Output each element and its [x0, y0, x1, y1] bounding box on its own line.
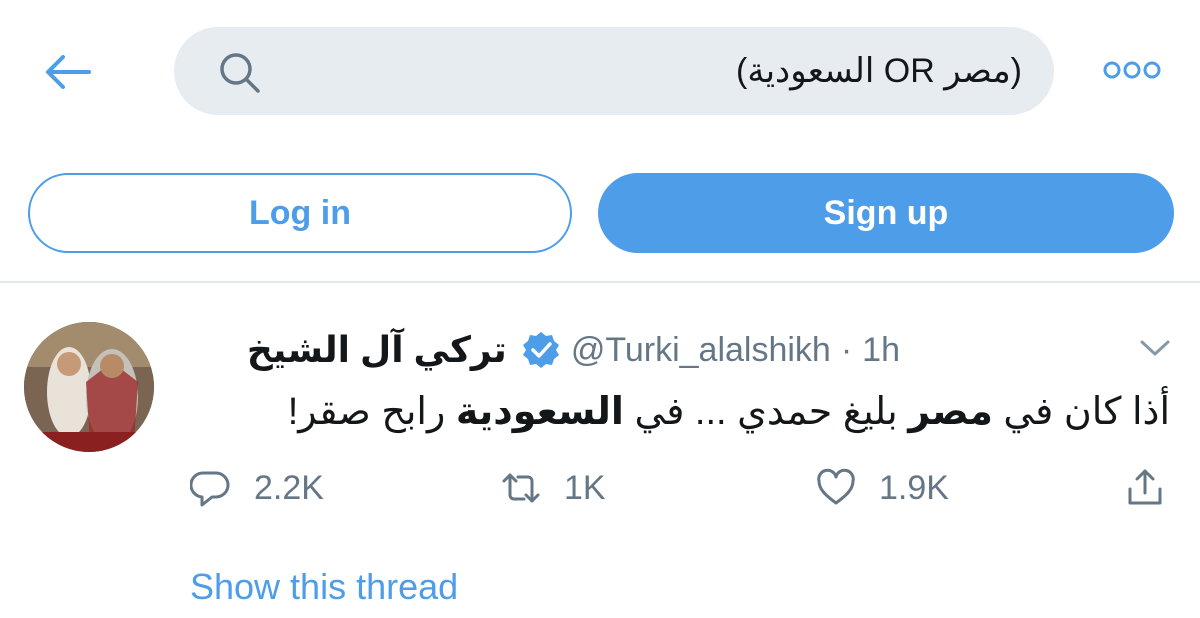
like-count: 1.9K	[879, 468, 949, 507]
search-icon	[220, 53, 260, 93]
verified-badge-icon	[522, 332, 559, 368]
login-button[interactable]: Log in	[28, 173, 572, 253]
more-button[interactable]	[1100, 58, 1164, 82]
back-button[interactable]	[40, 46, 96, 98]
tweet-text: أذا كان في مصر بليغ حمدي ... في السعودية…	[190, 382, 1170, 442]
retweet-count: 1K	[564, 468, 606, 507]
more-dots-icon	[1103, 61, 1161, 79]
share-icon	[1128, 469, 1162, 505]
tweet-header: تركي آل الشيخ @Turki_alalshikh · 1h	[247, 320, 900, 380]
reply-button[interactable]: 2.2K	[190, 458, 324, 518]
tweet-text-part: أذا كان في	[992, 391, 1170, 433]
tweet-keyword: السعودية	[455, 391, 624, 433]
tweet-text-part: بليغ حمدي ... في	[623, 391, 909, 433]
tweet-keyword: مصر	[908, 391, 993, 433]
display-name[interactable]: تركي آل الشيخ	[247, 329, 507, 371]
search-bar[interactable]: (مصر OR السعودية)	[174, 27, 1054, 115]
reply-count: 2.2K	[254, 468, 324, 507]
top-bar: (مصر OR السعودية)	[0, 0, 1200, 140]
reply-icon	[190, 471, 230, 507]
chevron-down-icon[interactable]	[1138, 336, 1172, 360]
arrow-left-icon	[46, 55, 91, 89]
search-query[interactable]: (مصر OR السعودية)	[736, 27, 1022, 115]
retweet-button[interactable]: 1K	[500, 458, 606, 518]
avatar-image	[24, 322, 154, 452]
avatar[interactable]	[24, 322, 154, 452]
user-handle[interactable]: @Turki_alalshikh	[571, 331, 831, 370]
share-button[interactable]	[1124, 458, 1166, 518]
show-thread-link[interactable]: Show this thread	[190, 566, 458, 608]
tweet-text-part: رابح صقر!	[287, 391, 456, 433]
divider	[0, 281, 1200, 283]
separator-dot: ·	[840, 330, 853, 369]
like-button[interactable]: 1.9K	[815, 458, 949, 518]
tweet-time[interactable]: 1h	[862, 331, 900, 370]
retweet-icon	[502, 473, 540, 503]
heart-icon	[817, 468, 855, 505]
tweet-actions: 2.2K 1K 1.9K	[0, 458, 1200, 518]
signup-button[interactable]: Sign up	[598, 173, 1174, 253]
